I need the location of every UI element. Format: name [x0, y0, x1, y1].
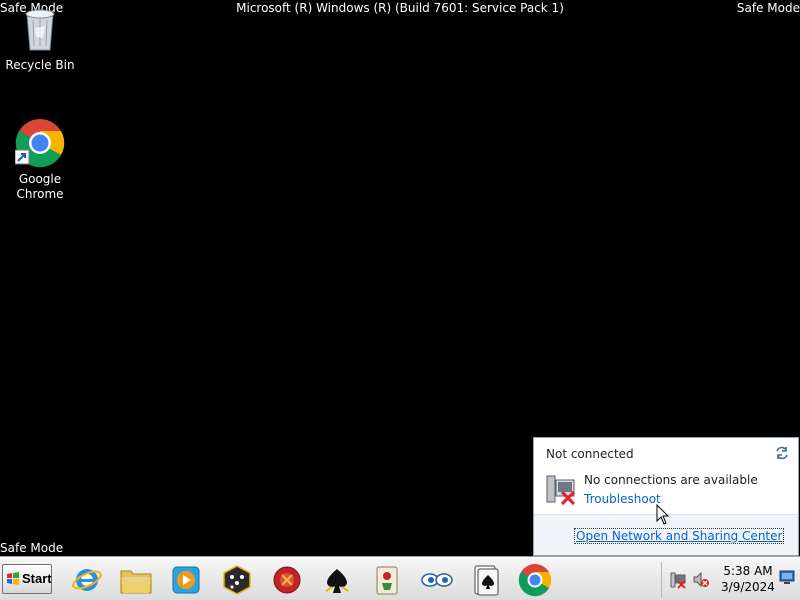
- safe-mode-label-top-right: Safe Mode: [736, 1, 800, 15]
- taskbar: Start 5:38 AM 3/9/2024: [0, 557, 800, 600]
- windows-explorer-icon[interactable]: [119, 563, 153, 597]
- game-dice-icon[interactable]: [220, 563, 254, 597]
- troubleshoot-link[interactable]: Troubleshoot: [584, 492, 661, 506]
- mouse-cursor-icon: [656, 503, 670, 526]
- tray-separator: [661, 562, 662, 598]
- internet-explorer-icon[interactable]: [70, 563, 104, 597]
- windows-build-label: Microsoft (R) Windows (R) (Build 7601: S…: [236, 1, 564, 15]
- clock-date: 3/9/2024: [721, 580, 775, 594]
- volume-muted-icon[interactable]: [692, 571, 710, 589]
- recycle-bin-label: Recycle Bin: [5, 58, 75, 72]
- no-connections-message: No connections are available: [584, 473, 758, 487]
- desktop-icon-recycle-bin[interactable]: Recycle Bin: [0, 4, 80, 73]
- media-player-icon[interactable]: [169, 563, 203, 597]
- game-chess-icon[interactable]: [270, 563, 304, 597]
- recycle-bin-icon: [15, 4, 65, 54]
- spider-solitaire-icon[interactable]: [320, 563, 354, 597]
- open-network-sharing-center-link[interactable]: Open Network and Sharing Center: [574, 528, 785, 544]
- start-label: Start: [22, 571, 52, 586]
- network-disconnected-icon: [544, 472, 578, 506]
- refresh-icon[interactable]: [774, 445, 790, 461]
- clock-time: 5:38 AM: [723, 564, 773, 578]
- eyes-icon[interactable]: [420, 563, 454, 597]
- chrome-icon: [14, 118, 65, 168]
- network-flyout: Not connected No connections are availab…: [533, 437, 799, 556]
- chrome-label: Google Chrome: [16, 172, 64, 201]
- taskbar-clock[interactable]: 5:38 AM 3/9/2024: [716, 563, 780, 595]
- safe-mode-label-bottom-left: Safe Mode: [0, 541, 64, 555]
- show-desktop-icon[interactable]: [779, 569, 795, 585]
- mahjong-icon[interactable]: [370, 563, 404, 597]
- start-button[interactable]: Start: [2, 564, 52, 594]
- network-disconnected-tray-icon[interactable]: [669, 571, 687, 589]
- desktop-icon-google-chrome[interactable]: Google Chrome: [0, 118, 80, 202]
- windows-logo-icon: [6, 572, 20, 586]
- network-status-title: Not connected: [546, 447, 634, 461]
- solitaire-icon[interactable]: [469, 563, 503, 597]
- chrome-icon[interactable]: [518, 563, 552, 597]
